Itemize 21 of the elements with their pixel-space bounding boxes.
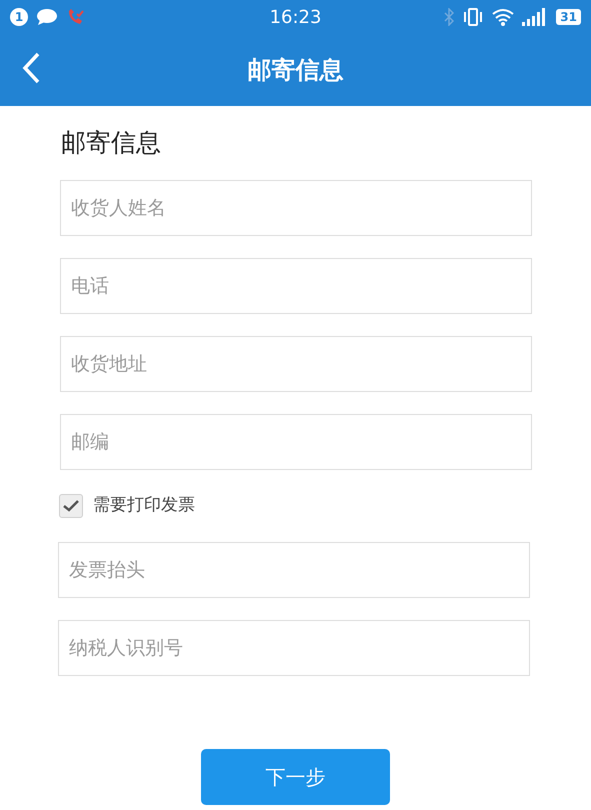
page-title: 邮寄信息 [248, 55, 344, 86]
bluetooth-icon [444, 8, 454, 26]
input-field[interactable]: 收货人姓名 [60, 180, 532, 236]
battery-level: 31 [556, 9, 581, 25]
next-button[interactable]: 下一步 [201, 749, 390, 805]
input-field[interactable]: 邮编 [60, 414, 532, 470]
input-field[interactable]: 电话 [60, 258, 532, 314]
section-title: 邮寄信息 [61, 127, 162, 159]
input-field[interactable]: 收货地址 [60, 336, 532, 392]
wifi-icon [492, 8, 514, 26]
check-icon [63, 500, 79, 512]
back-icon [22, 52, 40, 84]
vibrate-icon [462, 7, 484, 27]
notification-count: 1 [10, 8, 28, 26]
checkbox-label: 需要打印发票 [93, 494, 195, 518]
invoice-checkbox[interactable] [59, 494, 83, 518]
missed-call-icon [66, 7, 86, 27]
input-field[interactable]: 发票抬头 [58, 542, 530, 598]
status-time: 16:23 [268, 6, 322, 30]
chat-bubble-icon [36, 8, 58, 26]
input-field[interactable]: 纳税人识别号 [58, 620, 530, 676]
